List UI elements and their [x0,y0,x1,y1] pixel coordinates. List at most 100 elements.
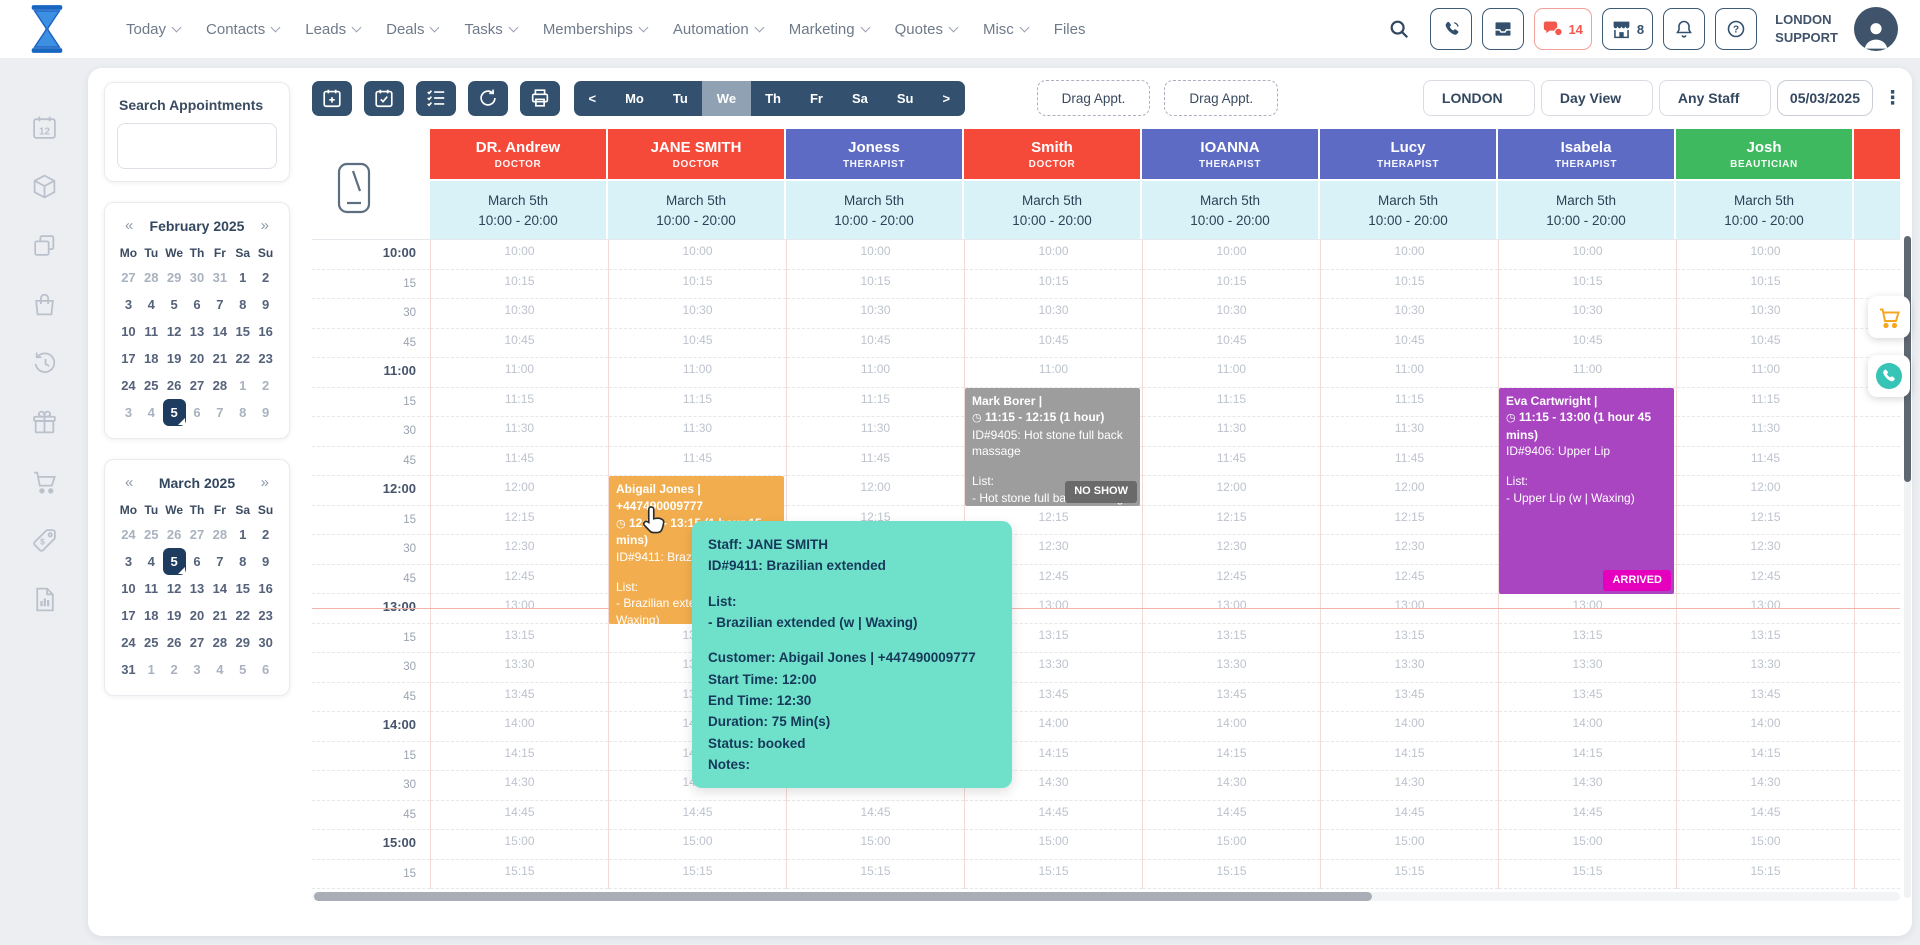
calendar-day[interactable]: 22 [231,602,254,629]
calendar-day[interactable]: 9 [254,399,277,426]
calendar-day[interactable]: 1 [231,521,254,548]
time-slot[interactable]: 10:15 [787,270,964,300]
time-slot[interactable]: 10:30 [1677,299,1854,329]
calendar-day[interactable]: 6 [186,399,209,426]
time-slot[interactable]: 11:00 [431,358,608,388]
shopping-bag-icon[interactable] [29,289,59,319]
time-slot[interactable]: 11:00 [1499,358,1676,388]
calendar-day[interactable]: 8 [231,548,254,575]
calendar-day[interactable]: 30 [186,264,209,291]
time-slot[interactable]: 11:45 [1321,447,1498,477]
time-slot[interactable]: 13:15 [1499,624,1676,654]
calendar-day[interactable]: 14 [208,318,231,345]
time-slot[interactable]: 10:30 [965,299,1142,329]
time-slot[interactable]: 11:30 [1677,417,1854,447]
time-slot[interactable] [1855,270,1900,300]
time-slot[interactable]: 10:15 [609,270,786,300]
help-button[interactable]: ? [1715,8,1757,50]
time-slot[interactable]: 14:15 [431,742,608,772]
time-slot[interactable]: 11:15 [787,388,964,418]
calendar-day[interactable]: 11 [140,575,163,602]
time-slot[interactable] [1855,476,1900,506]
print-button[interactable] [520,81,560,116]
time-slot[interactable]: 14:45 [1321,801,1498,831]
time-slot[interactable]: 15:15 [1321,860,1498,890]
nav-item-contacts[interactable]: Contacts [206,21,279,38]
time-slot[interactable]: 12:00 [787,476,964,506]
calendar-day[interactable]: 23 [254,345,277,372]
time-slot[interactable]: 14:00 [1499,712,1676,742]
time-slot[interactable]: 11:45 [609,447,786,477]
time-slot[interactable]: 10:45 [609,329,786,359]
nav-item-files[interactable]: Files [1054,21,1086,38]
time-slot[interactable]: 12:15 [1677,506,1854,536]
time-slot[interactable]: 10:45 [965,329,1142,359]
time-slot[interactable]: 13:45 [1499,683,1676,713]
calendar-prev-button[interactable]: « [121,217,137,234]
time-slot[interactable]: 15:15 [431,860,608,890]
time-slot[interactable]: 14:45 [609,801,786,831]
time-slot[interactable]: 15:00 [1143,830,1320,860]
calendar-day[interactable]: 5 [163,291,186,318]
time-slot[interactable]: 10:00 [1143,240,1320,270]
time-slot[interactable]: 10:45 [431,329,608,359]
calendar-day[interactable]: 25 [140,372,163,399]
calendar-day[interactable]: 9 [254,548,277,575]
calendar-day[interactable]: 30 [254,629,277,656]
calendar-day[interactable]: 6 [186,291,209,318]
drag-appt-button-2[interactable]: Drag Appt. [1164,80,1278,116]
calendar-day[interactable]: 16 [254,318,277,345]
time-slot[interactable]: 12:30 [431,535,608,565]
time-slot[interactable]: 10:45 [787,329,964,359]
time-slot[interactable]: 11:30 [431,417,608,447]
time-slot[interactable]: 11:45 [787,447,964,477]
time-slot[interactable]: 14:45 [787,801,964,831]
time-slot[interactable]: 12:30 [1143,535,1320,565]
calendar-day[interactable]: 3 [117,399,140,426]
time-slot[interactable]: 11:00 [1321,358,1498,388]
calendar-day[interactable]: 2 [254,264,277,291]
time-slot[interactable]: 14:15 [1677,742,1854,772]
nav-item-misc[interactable]: Misc [983,21,1028,38]
time-slot[interactable]: 13:30 [1499,653,1676,683]
nav-item-today[interactable]: Today [126,21,180,38]
calendar-day[interactable]: 23 [254,602,277,629]
calendar-day[interactable]: 21 [208,602,231,629]
calendar-day[interactable]: 3 [186,656,209,683]
time-slot[interactable]: 13:15 [1321,624,1498,654]
time-slot[interactable]: 13:45 [1321,683,1498,713]
nav-item-automation[interactable]: Automation [673,21,763,38]
staff-header-josh[interactable]: JoshBEAUTICIAN [1676,129,1852,179]
time-slot[interactable]: 14:30 [431,771,608,801]
time-slot[interactable] [1855,447,1900,477]
calendar-day[interactable]: 1 [140,656,163,683]
calendar-day[interactable]: 28 [208,521,231,548]
weekday-su[interactable]: Su [882,81,928,116]
calendar-day[interactable]: 21 [208,345,231,372]
time-slot[interactable]: 12:30 [1677,535,1854,565]
time-slot[interactable]: 15:00 [1321,830,1498,860]
calendar-day[interactable]: 25 [140,629,163,656]
horizontal-scrollbar-thumb[interactable] [314,892,1372,901]
calendar-day[interactable]: 5 [231,656,254,683]
copy-icon[interactable] [29,230,59,260]
filter-london[interactable]: LONDON [1423,80,1535,116]
time-slot[interactable]: 10:00 [431,240,608,270]
quick-cart-button[interactable] [1868,296,1910,338]
appointment-eva[interactable]: Eva Cartwright |◷ 11:15 - 13:00 (1 hour … [1499,388,1674,595]
calendar-day[interactable]: 29 [163,264,186,291]
time-slot[interactable]: 11:00 [1143,358,1320,388]
calendar-day[interactable]: 4 [140,399,163,426]
time-slot[interactable] [1855,417,1900,447]
time-slot[interactable]: 14:00 [1677,712,1854,742]
time-slot[interactable]: 11:00 [1677,358,1854,388]
calendar-day[interactable]: 7 [208,291,231,318]
weekday-sa[interactable]: Sa [837,81,882,116]
time-slot[interactable]: 10:15 [1677,270,1854,300]
time-slot[interactable]: 14:45 [431,801,608,831]
time-slot[interactable]: 14:15 [1499,742,1676,772]
time-slot[interactable] [1855,860,1900,890]
calendar-day[interactable]: 4 [140,291,163,318]
calendar-day[interactable]: 1 [231,264,254,291]
time-slot[interactable]: 10:15 [1321,270,1498,300]
